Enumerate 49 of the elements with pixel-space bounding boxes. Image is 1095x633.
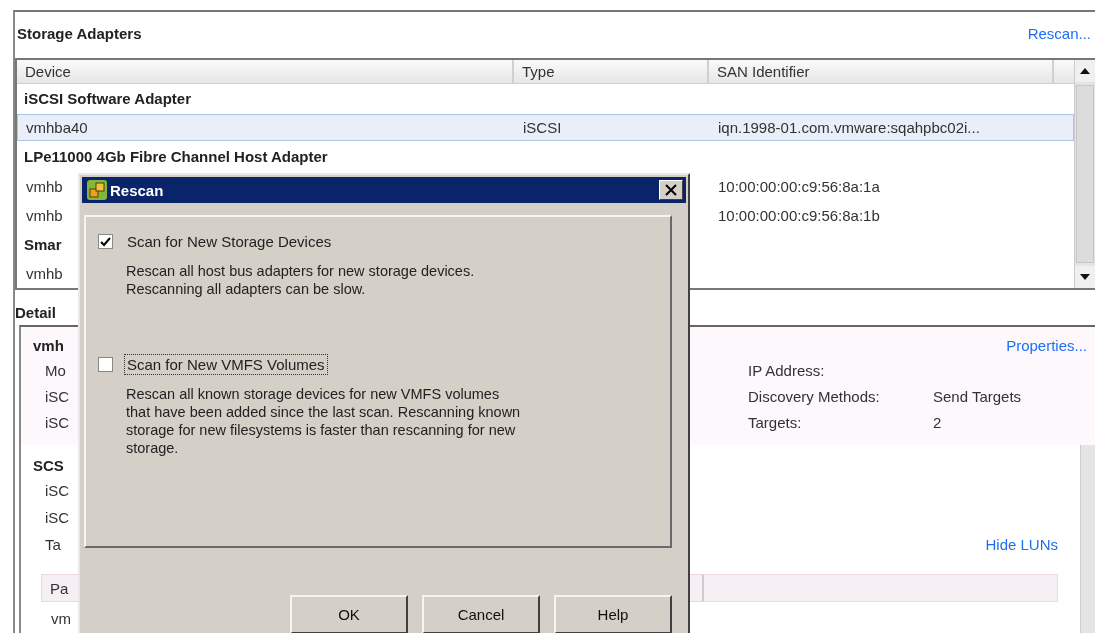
adapter-group-title: iSCSI Software Adapter <box>24 90 191 108</box>
close-button[interactable] <box>659 180 683 200</box>
scroll-up-icon[interactable] <box>1080 68 1090 74</box>
hide-luns-link[interactable]: Hide LUNs <box>985 536 1058 553</box>
dialog-button[interactable]: Help <box>554 595 672 633</box>
field-label: iSC <box>45 509 70 526</box>
table-cell: vmhb <box>26 206 63 224</box>
field-label: Ta <box>45 536 61 553</box>
rescan-link[interactable]: Rescan... <box>1027 24 1091 42</box>
field-value: 2 <box>933 413 942 431</box>
table-cell: iSCSI <box>523 119 562 137</box>
column-header[interactable]: Device <box>17 60 514 84</box>
field-label: iSC <box>45 482 70 499</box>
table-cell: iqn.1998-01.com.vmware:sqahpbc02i... <box>718 119 980 137</box>
field-value: Send Targets <box>933 387 1022 405</box>
checkbox[interactable] <box>98 234 113 249</box>
table-cell: vm <box>51 610 71 627</box>
adapter-group-title: Smar <box>24 235 62 253</box>
field-label: Targets: <box>748 413 802 431</box>
scrollbar[interactable] <box>1074 60 1095 288</box>
option-description: Rescan all host bus adapters for new storage devices. Rescanning all adapters can be slow. <box>126 262 476 298</box>
field-label: Mo <box>45 361 66 379</box>
dialog-button[interactable]: Cancel <box>422 595 540 633</box>
field-label: iSC <box>45 387 70 405</box>
checkbox[interactable] <box>98 357 113 372</box>
column-header[interactable]: SAN Identifier <box>709 60 1054 84</box>
table-cell: vmhba40 <box>26 119 88 137</box>
adapter-group-title: LPe11000 4Gb Fibre Channel Host Adapter <box>24 148 328 166</box>
table-cell: 10:00:00:00:c9:56:8a:1b <box>718 206 880 224</box>
option-label[interactable]: Scan for New Storage Devices <box>124 231 335 252</box>
option-description: Rescan all known storage devices for new VMFS volumes that have been added since the last scan. Rescanning known storage for new filesystems is faster than rescanning for new storage. <box>126 385 522 457</box>
panel-title: Storage Adapters <box>16 24 142 42</box>
adapter-row[interactable]: vmhba40 iSCSI iqn.1998-01.com.vmware:sqahpbc02i... <box>17 114 1074 142</box>
dialog-title: Rescan <box>110 181 164 199</box>
option-label[interactable]: Scan for New VMFS Volumes <box>124 354 328 375</box>
field-label: iSC <box>45 413 70 431</box>
scroll-down-icon[interactable] <box>1080 274 1090 280</box>
details-title: Detail <box>15 304 57 321</box>
app-logo-icon <box>86 179 108 201</box>
column-header[interactable]: Type <box>514 60 709 84</box>
section-title: vmh <box>33 336 64 354</box>
dialog-button[interactable]: OK <box>290 595 408 633</box>
scrollbar[interactable] <box>1080 445 1095 633</box>
properties-link[interactable]: Properties... <box>1006 336 1087 354</box>
close-icon <box>665 184 677 196</box>
field-label: Discovery Methods: <box>748 387 880 405</box>
section-title: SCS <box>33 456 64 474</box>
column-header[interactable]: Pa <box>50 579 69 597</box>
field-label: IP Address: <box>748 361 825 379</box>
